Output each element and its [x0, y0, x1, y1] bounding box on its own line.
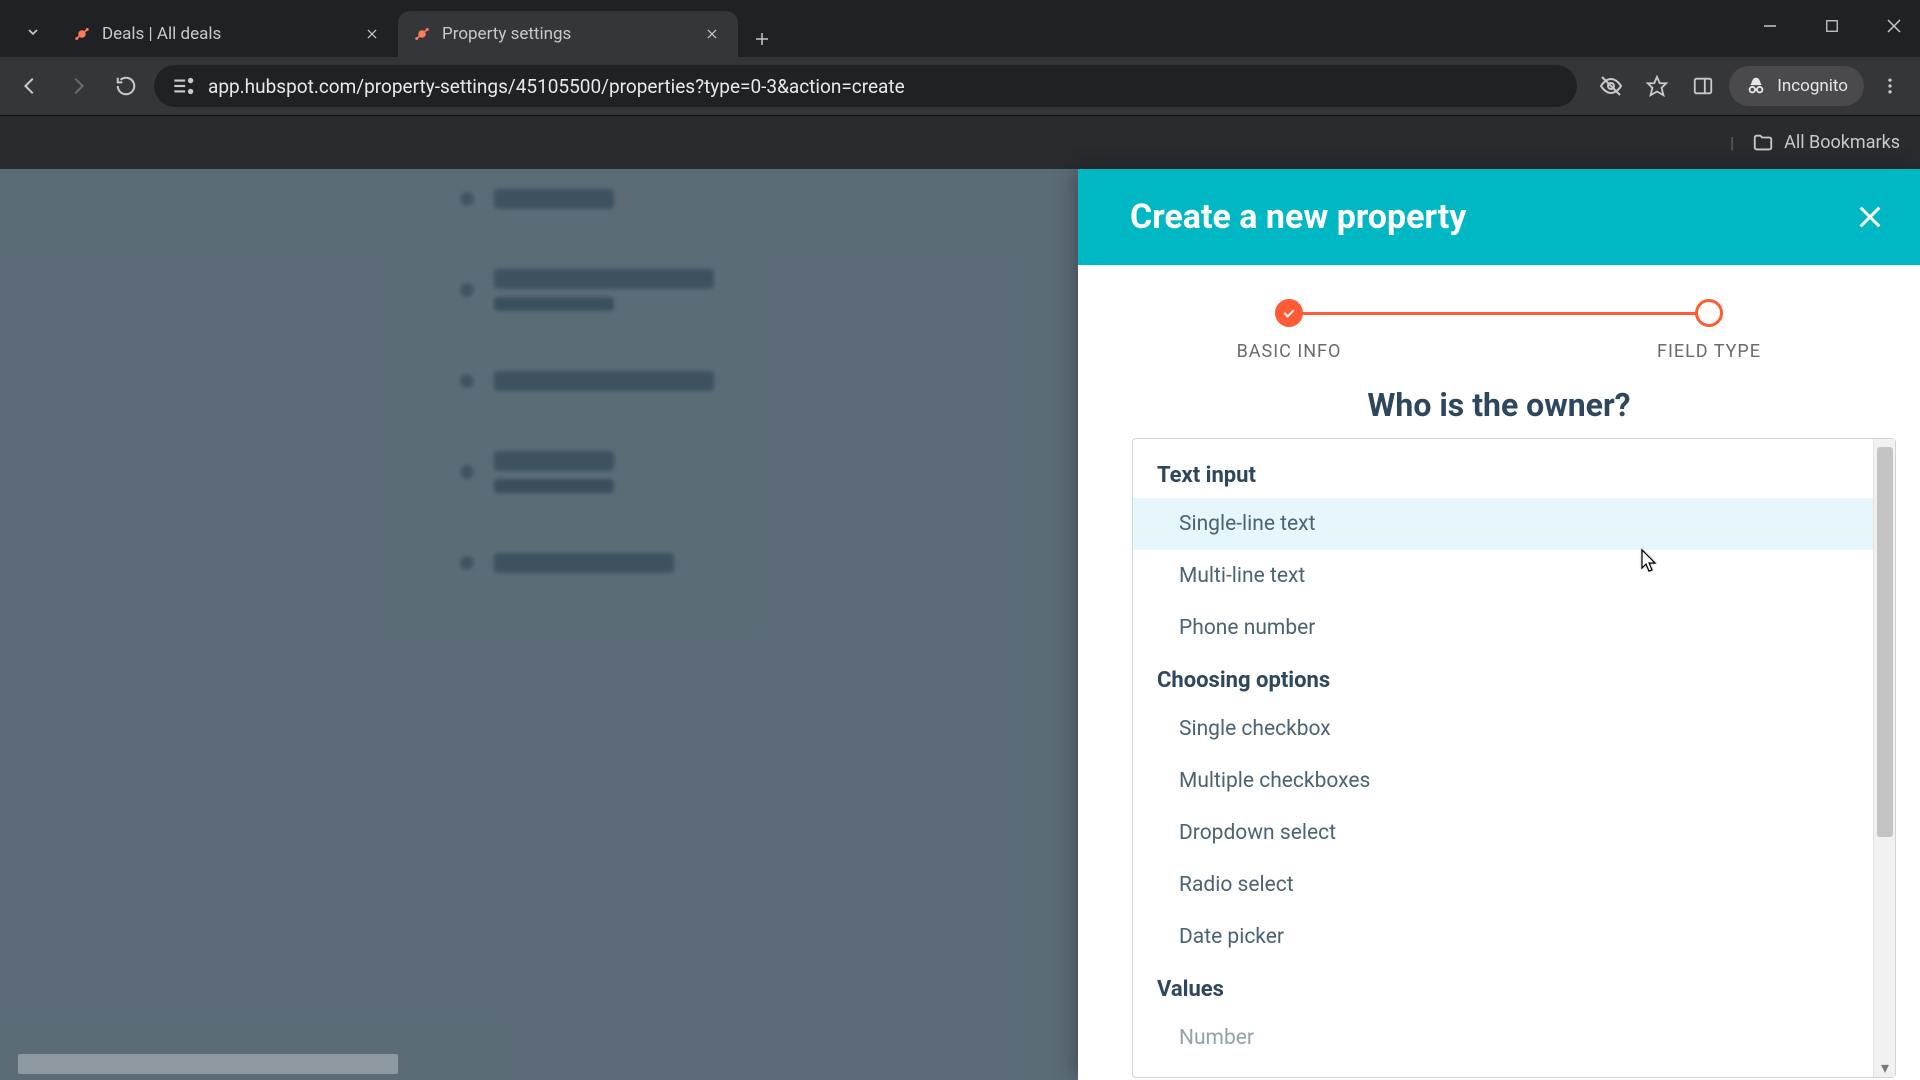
scroll-thumb[interactable] — [1877, 447, 1893, 837]
folder-icon — [1752, 132, 1774, 154]
option-multi-line-text[interactable]: Multi-line text — [1133, 550, 1873, 602]
side-panel-icon[interactable] — [1683, 66, 1723, 106]
bookmark-bar: | All Bookmarks — [0, 115, 1920, 169]
close-tab-icon[interactable] — [360, 22, 384, 46]
hubspot-favicon-icon — [412, 24, 432, 44]
eye-off-icon[interactable] — [1591, 66, 1631, 106]
option-number[interactable]: Number — [1133, 1012, 1873, 1064]
forward-button[interactable] — [58, 66, 98, 106]
tab-strip: Deals | All deals Property settings — [0, 0, 1920, 57]
browser-chrome: Deals | All deals Property settings — [0, 0, 1920, 169]
tab-title: Deals | All deals — [102, 24, 350, 44]
reload-button[interactable] — [106, 66, 146, 106]
create-property-panel: Create a new property BASIC INFO FIELD T… — [1078, 169, 1920, 1080]
close-window-button[interactable] — [1878, 10, 1910, 42]
address-bar[interactable]: app.hubspot.com/property-settings/451055… — [154, 65, 1577, 107]
group-header: Choosing options — [1133, 654, 1873, 703]
group-header: Text input — [1133, 449, 1873, 498]
incognito-label: Incognito — [1777, 76, 1848, 96]
panel-header: Create a new property — [1078, 169, 1920, 265]
bookmark-star-icon[interactable] — [1637, 66, 1677, 106]
step-label: BASIC INFO — [1237, 341, 1342, 362]
hubspot-favicon-icon — [72, 24, 92, 44]
bookmark-divider: | — [1730, 133, 1734, 152]
tab-deals[interactable]: Deals | All deals — [58, 11, 398, 57]
tab-search-button[interactable] — [14, 13, 52, 51]
step-basic-info[interactable]: BASIC INFO — [1079, 299, 1499, 362]
tab-title: Property settings — [442, 24, 690, 44]
step-label: FIELD TYPE — [1657, 341, 1761, 362]
step-dot-done-icon — [1275, 299, 1303, 327]
stepper: BASIC INFO FIELD TYPE — [1078, 265, 1920, 372]
close-tab-icon[interactable] — [700, 22, 724, 46]
group-header: Values — [1133, 963, 1873, 1012]
minimize-button[interactable] — [1754, 10, 1786, 42]
maximize-button[interactable] — [1816, 10, 1848, 42]
option-dropdown-select[interactable]: Dropdown select — [1133, 807, 1873, 859]
incognito-icon — [1745, 75, 1767, 97]
site-info-icon[interactable] — [170, 73, 196, 99]
back-button[interactable] — [10, 66, 50, 106]
window-controls — [1754, 10, 1910, 42]
property-name-heading: Who is the owner? — [1078, 386, 1920, 424]
all-bookmarks-label: All Bookmarks — [1784, 132, 1900, 153]
close-icon — [1856, 203, 1884, 231]
url-text: app.hubspot.com/property-settings/451055… — [208, 75, 1561, 98]
status-bar — [18, 1054, 398, 1074]
browser-toolbar: app.hubspot.com/property-settings/451055… — [0, 57, 1920, 115]
option-radio-select[interactable]: Radio select — [1133, 859, 1873, 911]
tab-property-settings[interactable]: Property settings — [398, 11, 738, 57]
option-phone-number[interactable]: Phone number — [1133, 602, 1873, 654]
stepper-connector — [1293, 312, 1705, 315]
option-date-picker[interactable]: Date picker — [1133, 911, 1873, 963]
option-single-line-text[interactable]: Single-line text — [1133, 498, 1873, 550]
panel-title: Create a new property — [1130, 197, 1466, 237]
option-multiple-checkboxes[interactable]: Multiple checkboxes — [1133, 755, 1873, 807]
field-type-dropdown: Text input Single-line text Multi-line t… — [1132, 438, 1896, 1078]
close-panel-button[interactable] — [1850, 197, 1890, 237]
dropdown-scrollbar[interactable]: ▴ ▾ — [1873, 439, 1895, 1077]
field-type-listbox[interactable]: Text input Single-line text Multi-line t… — [1133, 439, 1873, 1077]
option-single-checkbox[interactable]: Single checkbox — [1133, 703, 1873, 755]
step-dot-icon — [1695, 299, 1723, 327]
incognito-chip[interactable]: Incognito — [1729, 66, 1864, 106]
all-bookmarks-button[interactable]: All Bookmarks — [1752, 132, 1900, 154]
step-field-type[interactable]: FIELD TYPE — [1499, 299, 1919, 362]
browser-menu-icon[interactable] — [1870, 66, 1910, 106]
page-content: Create a new property BASIC INFO FIELD T… — [0, 169, 1920, 1080]
scroll-down-icon[interactable]: ▾ — [1874, 1057, 1896, 1077]
new-tab-button[interactable] — [744, 21, 780, 57]
